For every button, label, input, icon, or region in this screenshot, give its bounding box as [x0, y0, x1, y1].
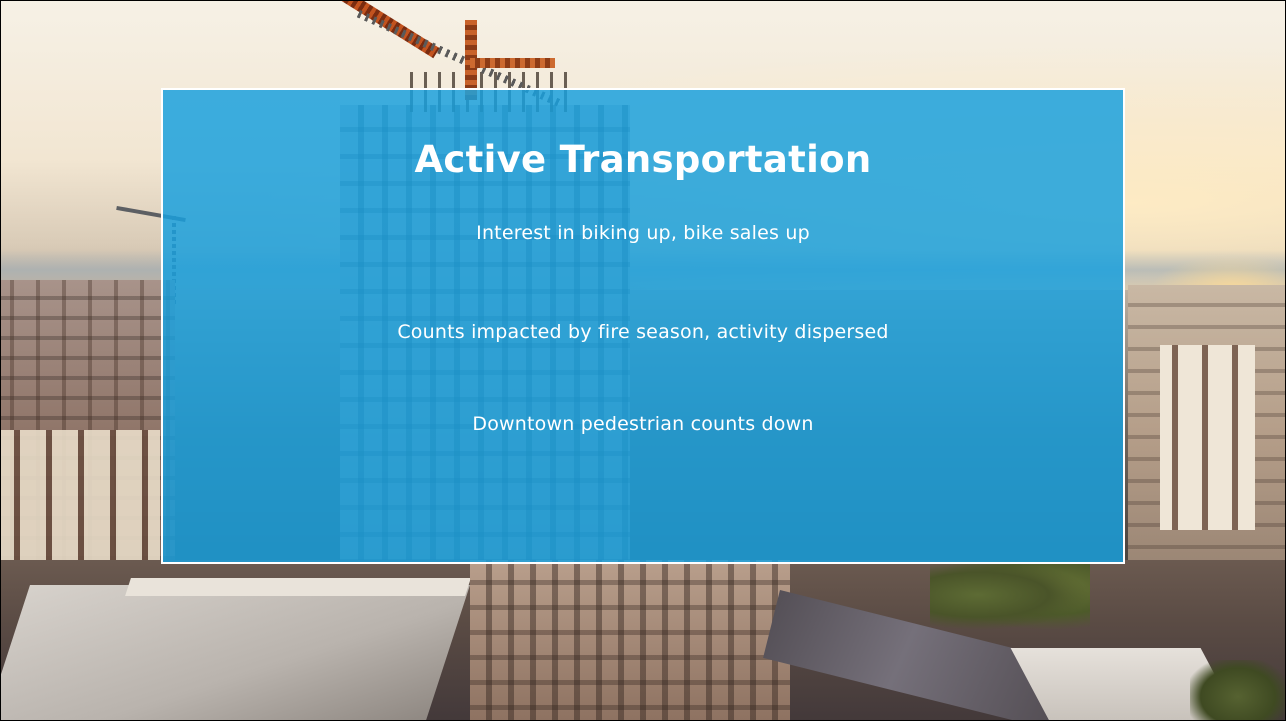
bullet-biking-interest: Interest in biking up, bike sales up [476, 222, 810, 244]
background-rooftop-rim [125, 578, 471, 596]
background-crane-jib [470, 58, 555, 68]
background-trees [930, 560, 1090, 630]
background-trees-right [1190, 660, 1286, 721]
background-rooftop-left [0, 585, 471, 721]
background-building-mid [470, 560, 790, 721]
slide-canvas: Active Transportation Interest in biking… [0, 0, 1286, 721]
bullet-counts-fire-season: Counts impacted by fire season, activity… [397, 321, 889, 343]
slide-title: Active Transportation [414, 138, 872, 181]
content-panel: Active Transportation Interest in biking… [161, 88, 1125, 564]
bullet-pedestrian-counts: Downtown pedestrian counts down [472, 413, 814, 435]
background-building-right [1160, 345, 1255, 530]
